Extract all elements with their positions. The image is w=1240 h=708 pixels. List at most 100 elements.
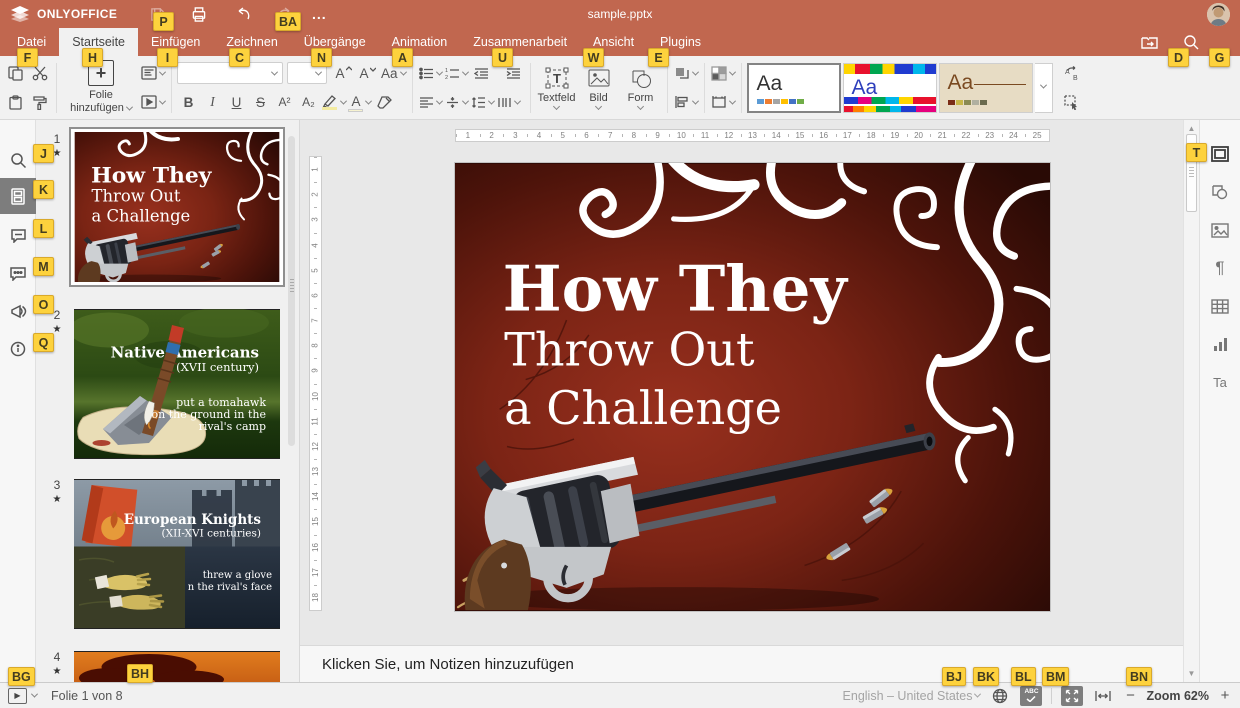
ruler-tick: 19 xyxy=(883,130,907,141)
font-color-button[interactable]: A xyxy=(348,90,372,114)
search-panel-icon[interactable] xyxy=(0,142,36,178)
ruler-tick: 8 xyxy=(622,130,646,141)
fit-to-slide-button[interactable] xyxy=(1061,686,1083,706)
canvas-vertical-scrollbar[interactable]: ▲ ▼ xyxy=(1183,120,1199,682)
chart-settings-icon[interactable] xyxy=(1200,326,1240,362)
animation-star-icon: ★ xyxy=(47,494,67,505)
som-badge-w: W xyxy=(583,48,604,67)
underline-button[interactable]: U xyxy=(225,90,248,114)
som-badge-e: E xyxy=(648,48,669,67)
image-settings-icon[interactable] xyxy=(1200,212,1240,248)
decrease-font-button[interactable]: A xyxy=(356,61,379,85)
insert-shape-button[interactable]: Form xyxy=(620,65,662,111)
theme-item-1[interactable]: Aa xyxy=(747,63,841,113)
slide-thumbnail-2[interactable]: Native Americans (XVII century) pu xyxy=(74,309,280,459)
insert-image-button[interactable]: Bild xyxy=(578,65,620,111)
insert-textbox-button[interactable]: T Textfeld xyxy=(536,65,578,111)
theme-gallery-expand-button[interactable] xyxy=(1035,63,1053,113)
zoom-out-button[interactable]: − xyxy=(1123,687,1137,704)
tab-zeichnen[interactable]: Zeichnen xyxy=(213,28,290,56)
thumb2-subtitle: (XVII century) xyxy=(176,360,259,374)
bullets-button[interactable] xyxy=(418,61,443,85)
som-badge-o: O xyxy=(33,295,54,314)
slide-thumbnail-3[interactable]: European Knights (XII-XVI centuries) thr… xyxy=(74,479,280,629)
set-language-globe-icon[interactable] xyxy=(989,686,1011,706)
numbering-button[interactable]: 12 xyxy=(444,61,469,85)
slides-panel-icon[interactable] xyxy=(0,178,36,214)
notes-placeholder[interactable]: Klicken Sie, um Notizen hinzuzufügen xyxy=(322,656,574,673)
scroll-up-icon[interactable]: ▲ xyxy=(1186,123,1197,134)
columns-button[interactable] xyxy=(496,90,521,114)
comments-panel-icon[interactable] xyxy=(0,217,36,253)
thumbnails-scrollbar[interactable] xyxy=(288,136,295,446)
feedback-panel-icon[interactable] xyxy=(0,293,36,329)
subscript-button[interactable]: A₂ xyxy=(297,90,320,114)
italic-button[interactable]: I xyxy=(201,90,224,114)
ruler-tick: 7 xyxy=(310,308,321,333)
add-slide-button[interactable]: + Folie hinzufügen xyxy=(62,60,140,114)
about-panel-icon[interactable] xyxy=(0,331,36,367)
slideshow-options-chevron-icon[interactable] xyxy=(31,691,38,698)
arrange-shape-button[interactable] xyxy=(673,61,699,85)
ruler-tick: 10 xyxy=(669,130,693,141)
start-slideshow-button[interactable]: ▶ xyxy=(8,688,27,704)
increase-font-button[interactable]: A xyxy=(332,61,355,85)
ribbon-tab-bar: Datei Startseite Einfügen Zeichnen Überg… xyxy=(0,28,1240,56)
theme-item-3[interactable]: Aa xyxy=(939,63,1033,113)
tab-uebergaenge[interactable]: Übergänge xyxy=(291,28,379,56)
bold-button[interactable]: B xyxy=(177,90,200,114)
align-shape-button[interactable] xyxy=(673,90,699,114)
theme-item-2[interactable]: Aa xyxy=(843,63,937,113)
slide-thumbnail-1[interactable]: How They Throw Out a Challenge xyxy=(69,127,285,287)
ruler-tick: 6 xyxy=(310,283,321,308)
ruler-tick: 13 xyxy=(310,459,321,484)
thumb3-title: European Knights xyxy=(124,512,262,528)
superscript-button[interactable]: A² xyxy=(273,90,296,114)
slide-thumbnail-4[interactable] xyxy=(74,651,280,682)
strikethrough-button[interactable]: S xyxy=(249,90,272,114)
decrease-indent-button[interactable] xyxy=(470,61,493,85)
fit-to-width-button[interactable] xyxy=(1092,686,1114,706)
scroll-down-icon[interactable]: ▼ xyxy=(1186,668,1197,679)
clear-style-button[interactable] xyxy=(373,90,396,114)
slide-title-line2: Throw Out xyxy=(504,322,755,376)
copy-style-button[interactable] xyxy=(28,90,51,114)
paste-button[interactable] xyxy=(4,90,27,114)
ruler-tick: 14 xyxy=(310,484,321,509)
ruler-tick: 21 xyxy=(930,130,954,141)
change-color-scheme-button[interactable] xyxy=(710,61,736,85)
horizontal-align-button[interactable] xyxy=(418,90,443,114)
user-avatar[interactable] xyxy=(1207,3,1230,26)
highlight-color-button[interactable] xyxy=(321,90,347,114)
textart-settings-icon[interactable]: Ta xyxy=(1200,364,1240,400)
replace-button[interactable]: AB xyxy=(1061,61,1084,85)
vertical-align-button[interactable] xyxy=(444,90,469,114)
slide-title-line3: a Challenge xyxy=(504,381,782,435)
som-badge-p: P xyxy=(153,12,174,31)
svg-text:1: 1 xyxy=(445,68,448,74)
table-settings-icon[interactable] xyxy=(1200,288,1240,324)
tab-zusammenarbeit[interactable]: Zusammenarbeit xyxy=(460,28,580,56)
undo-icon[interactable] xyxy=(234,5,252,23)
zoom-level[interactable]: Zoom 62% xyxy=(1146,689,1209,703)
current-slide[interactable]: How They Throw Out a Challenge xyxy=(455,163,1050,611)
zoom-in-button[interactable]: + xyxy=(1218,687,1232,704)
vertical-ruler[interactable]: 123456789101112131415161718 xyxy=(309,156,322,611)
editor-canvas[interactable]: 1234567891011121314151617181920212223242… xyxy=(300,120,1183,682)
line-spacing-button[interactable] xyxy=(470,90,495,114)
add-slide-label: Folie hinzufügen xyxy=(62,89,140,114)
spell-check-button[interactable]: ABC xyxy=(1020,686,1042,706)
language-selector[interactable]: English – United States xyxy=(843,689,981,703)
paragraph-settings-icon[interactable]: ¶ xyxy=(1200,250,1240,286)
horizontal-ruler[interactable]: 1234567891011121314151617181920212223242… xyxy=(455,129,1050,142)
slide-size-button[interactable] xyxy=(710,90,736,114)
preview-slideshow-button[interactable] xyxy=(140,90,166,114)
shape-settings-icon[interactable] xyxy=(1200,174,1240,210)
select-tool-button[interactable] xyxy=(1061,90,1084,114)
tab-animation[interactable]: Animation xyxy=(379,28,461,56)
more-actions-button[interactable]: ... xyxy=(312,6,327,22)
som-badge-i: I xyxy=(157,48,178,67)
print-icon[interactable] xyxy=(190,5,208,23)
open-file-location-icon[interactable] xyxy=(1140,33,1158,51)
chat-panel-icon[interactable] xyxy=(0,255,36,291)
